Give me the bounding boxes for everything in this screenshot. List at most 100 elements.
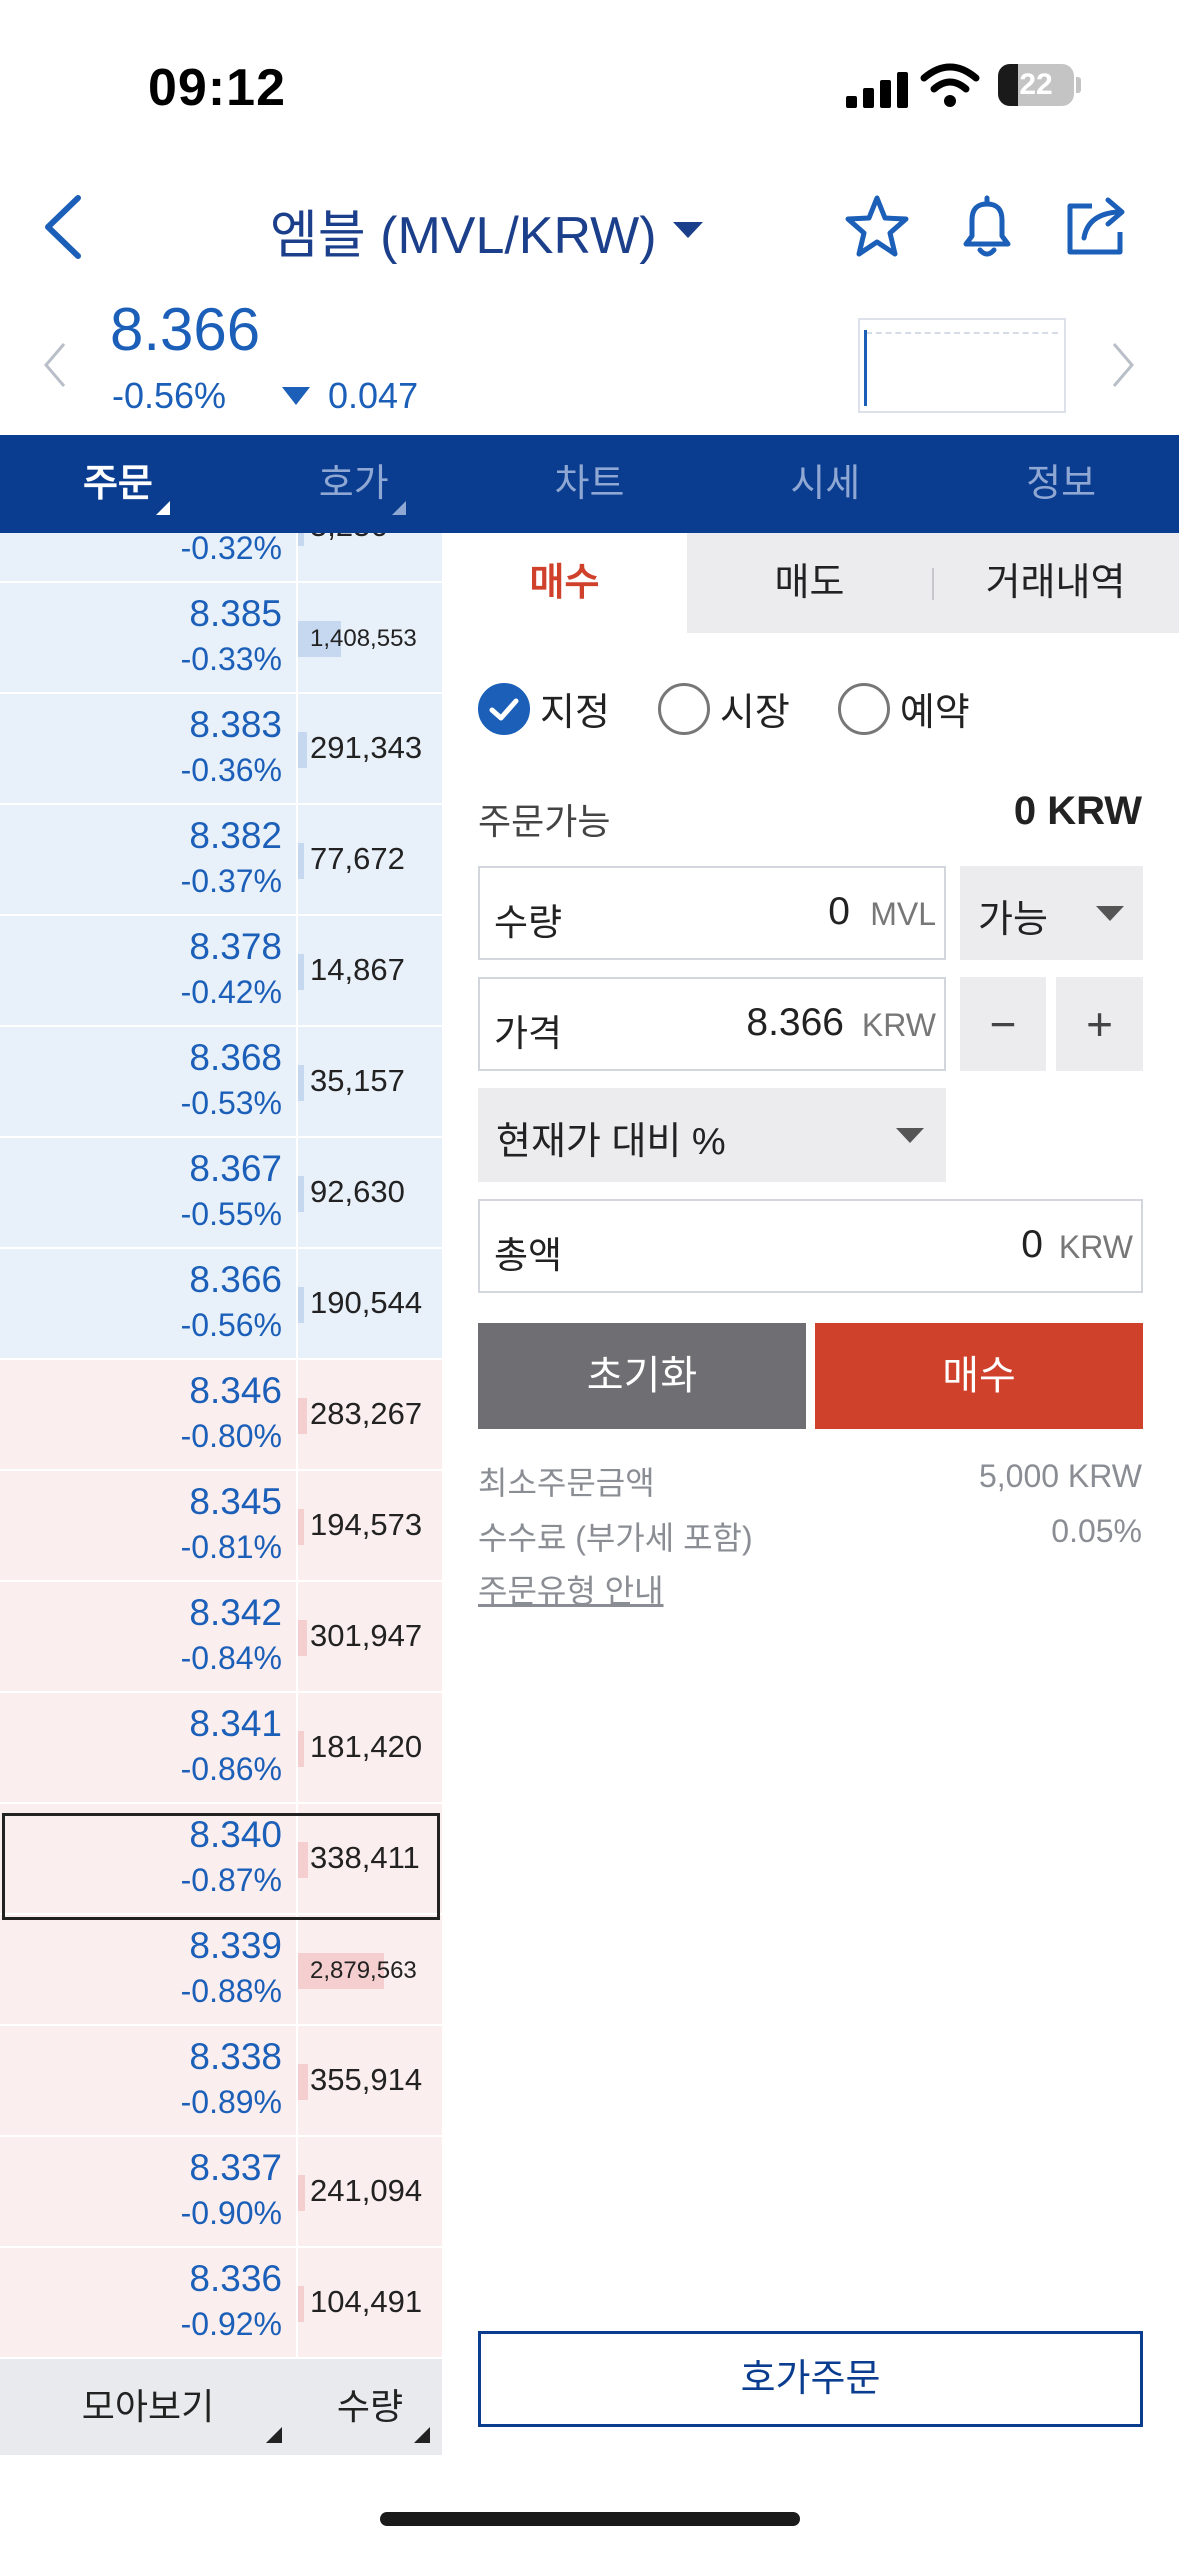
orderbook-order-button[interactable]: 호가주문 bbox=[478, 2331, 1143, 2427]
orderbook-row[interactable]: 8.378 -0.42% 14,867 bbox=[0, 916, 442, 1027]
quantity-ratio-select[interactable]: 가능 bbox=[960, 866, 1143, 960]
fee-info: 수수료 (부가세 포함) 0.05% bbox=[478, 1513, 1142, 1559]
orderbook-percent: -0.89% bbox=[180, 2084, 282, 2120]
orderbook-volume: 241,094 bbox=[310, 2173, 423, 2208]
orderbook-row[interactable]: 8.340 -0.87% 338,411 bbox=[0, 1804, 442, 1915]
corner-icon bbox=[156, 501, 170, 515]
order-type-market-label: 시장 bbox=[719, 692, 790, 734]
quantity-value: 0 bbox=[828, 890, 850, 933]
tab-chart[interactable]: 차트 bbox=[472, 435, 708, 533]
available-label: 주문가능 bbox=[478, 801, 611, 842]
orderbook-row[interactable]: 8.345 -0.81% 194,573 bbox=[0, 1471, 442, 1582]
orderbook-percent: -0.84% bbox=[180, 1640, 282, 1676]
group-view-button[interactable]: 모아보기 bbox=[0, 2359, 296, 2455]
quantity-ratio-label: 가능 bbox=[978, 899, 1048, 941]
orderbook-volume: 14,867 bbox=[310, 952, 405, 987]
corner-icon bbox=[414, 2427, 430, 2443]
next-market-icon[interactable] bbox=[1108, 340, 1138, 390]
change-percent: -0.56% bbox=[112, 375, 227, 416]
orderbook-volume-cell: 291,343 bbox=[298, 694, 442, 803]
orderbook-percent: -0.55% bbox=[180, 1196, 282, 1232]
orderbook-row[interactable]: 8.368 -0.53% 35,157 bbox=[0, 1027, 442, 1138]
buy-button[interactable]: 매수 bbox=[815, 1323, 1143, 1429]
prev-market-icon[interactable] bbox=[40, 340, 70, 390]
tab-orderbook[interactable]: 호가 bbox=[236, 435, 472, 533]
orderbook-volume-cell: 2,879,563 bbox=[298, 1915, 442, 2024]
orderbook-row[interactable]: 8.367 -0.55% 92,630 bbox=[0, 1138, 442, 1249]
order-type-market[interactable]: 시장 bbox=[657, 681, 790, 736]
order-type-limit[interactable]: 지정 bbox=[478, 681, 610, 736]
signal-icon bbox=[846, 70, 910, 108]
orderbook-volume-bar bbox=[298, 1398, 307, 1434]
orderbook-percent: -0.87% bbox=[180, 1862, 282, 1898]
quantity-field[interactable]: 수량 0 MVL bbox=[478, 866, 946, 960]
subtab-history[interactable]: 거래내역 bbox=[932, 533, 1179, 633]
orderbook-percent: -0.90% bbox=[180, 2195, 282, 2231]
orderbook-volume-bar bbox=[298, 1842, 308, 1878]
reset-button[interactable]: 초기화 bbox=[478, 1323, 806, 1429]
tab-order[interactable]: 주문 bbox=[0, 435, 236, 533]
orderbook-row[interactable]: 8.341 -0.86% 181,420 bbox=[0, 1693, 442, 1804]
orderbook-volume-bar bbox=[298, 1176, 304, 1212]
orderbook-volume-bar bbox=[298, 2064, 308, 2100]
back-icon[interactable] bbox=[34, 192, 94, 262]
orderbook-row[interactable]: 8.385 -0.33% 1,408,553 bbox=[0, 583, 442, 694]
orderbook-row[interactable]: 8.338 -0.89% 355,914 bbox=[0, 2026, 442, 2137]
home-indicator bbox=[380, 2512, 800, 2526]
quantity-toggle-button[interactable]: 수량 bbox=[298, 2359, 442, 2455]
orderbook-price: 8.367 bbox=[189, 1148, 282, 1189]
orderbook-price-cell: 8.386-0.32% bbox=[0, 533, 296, 581]
orderbook: 8.336 -0.92% 104,491 8.337 -0.90% 241,094 8.33… bbox=[0, 533, 442, 2359]
subtab-buy[interactable]: 매수 bbox=[442, 533, 687, 633]
subtab-sell[interactable]: 매도 bbox=[687, 533, 932, 633]
star-icon[interactable] bbox=[842, 192, 912, 262]
caret-down-icon bbox=[896, 1128, 924, 1143]
order-type-guide-link[interactable]: 주문유형 안내 bbox=[478, 1566, 664, 1612]
orderbook-percent: -0.81% bbox=[180, 1529, 282, 1565]
orderbook-volume-cell: 355,914 bbox=[298, 2026, 442, 2135]
fee-value: 0.05% bbox=[1051, 1513, 1142, 1549]
orderbook-volume-cell: 1,408,553 bbox=[298, 583, 442, 692]
orderbook-percent: -0.42% bbox=[180, 974, 282, 1010]
orderbook-row[interactable]: 8.386-0.32% 5,256 bbox=[0, 533, 442, 583]
orderbook-row[interactable]: 8.382 -0.37% 77,672 bbox=[0, 805, 442, 916]
orderbook-row[interactable]: 8.342 -0.84% 301,947 bbox=[0, 1582, 442, 1693]
market-title-selector[interactable]: 엠블 (MVL/KRW) bbox=[270, 195, 703, 265]
orderbook-row[interactable]: 8.366 -0.56% 190,544 bbox=[0, 1249, 442, 1360]
orderbook-row[interactable]: 8.337 -0.90% 241,094 bbox=[0, 2137, 442, 2248]
price-minus-button[interactable]: − bbox=[960, 977, 1046, 1071]
fee-label: 수수료 (부가세 포함) bbox=[478, 1520, 753, 1556]
orderbook-footer: 모아보기 수량 bbox=[0, 2359, 442, 2455]
radio-unchecked-icon bbox=[657, 682, 710, 735]
orderbook-row[interactable]: 8.383 -0.36% 291,343 bbox=[0, 694, 442, 805]
orderbook-price: 8.341 bbox=[189, 1703, 282, 1744]
price-plus-button[interactable]: + bbox=[1056, 977, 1143, 1071]
orderbook-price: 8.378 bbox=[189, 926, 282, 967]
share-icon[interactable] bbox=[1062, 192, 1132, 262]
tab-quotes[interactable]: 시세 bbox=[707, 435, 943, 533]
orderbook-percent: -0.36% bbox=[180, 752, 282, 788]
orderbook-row[interactable]: 8.336 -0.92% 104,491 bbox=[0, 2248, 442, 2359]
radio-unchecked-icon bbox=[837, 682, 890, 735]
order-type-reserve[interactable]: 예약 bbox=[837, 681, 970, 736]
orderbook-price-cell: 8.378 -0.42% bbox=[0, 916, 296, 1025]
mini-chart bbox=[858, 318, 1066, 413]
percent-select[interactable]: 현재가 대비 % bbox=[478, 1088, 946, 1182]
orderbook-row[interactable]: 8.339 -0.88% 2,879,563 bbox=[0, 1915, 442, 2026]
total-value: 0 bbox=[1021, 1223, 1043, 1266]
quantity-label: 수량 bbox=[494, 902, 563, 943]
orderbook-row[interactable]: 8.346 -0.80% 283,267 bbox=[0, 1360, 442, 1471]
min-order-label: 최소주문금액 bbox=[478, 1465, 655, 1501]
orderbook-percent: -0.56% bbox=[180, 1307, 282, 1343]
available-value: 0 KRW bbox=[1013, 789, 1142, 833]
orderbook-volume: 104,491 bbox=[310, 2284, 423, 2319]
total-field[interactable]: 총액 0 KRW bbox=[478, 1199, 1143, 1293]
orderbook-volume-bar bbox=[298, 1509, 304, 1545]
bell-icon[interactable] bbox=[952, 192, 1022, 262]
price-field[interactable]: 가격 8.366 KRW bbox=[478, 977, 946, 1071]
change-amount-value: 0.047 bbox=[328, 375, 419, 416]
tab-info[interactable]: 정보 bbox=[943, 435, 1179, 533]
main-tabs: 주문 호가 차트 시세 정보 bbox=[0, 435, 1179, 533]
min-order-value: 5,000 KRW bbox=[978, 1458, 1142, 1494]
current-price: 8.366 bbox=[110, 296, 261, 363]
